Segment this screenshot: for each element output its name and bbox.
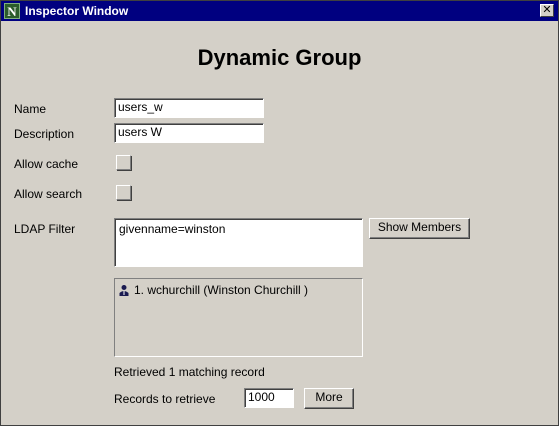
name-field[interactable]: users_w bbox=[114, 98, 264, 118]
netscape-n-icon: N bbox=[4, 3, 20, 19]
description-field[interactable]: users W bbox=[114, 123, 264, 143]
records-to-retrieve-field[interactable]: 1000 bbox=[244, 388, 294, 408]
allow-cache-checkbox[interactable] bbox=[116, 155, 131, 170]
more-button[interactable]: More bbox=[304, 388, 354, 409]
allow-search-label: Allow search bbox=[14, 187, 83, 201]
inspector-window: N Inspector Window ✕ Dynamic Group Name … bbox=[0, 0, 559, 426]
title-bar[interactable]: N Inspector Window ✕ bbox=[1, 1, 558, 21]
description-label: Description bbox=[14, 127, 75, 141]
user-icon bbox=[119, 285, 129, 296]
name-label: Name bbox=[14, 102, 47, 116]
status-text: Retrieved 1 matching record bbox=[114, 365, 265, 379]
members-list[interactable]: 1. wchurchill (Winston Churchill ) bbox=[114, 278, 363, 357]
member-entry-text: 1. wchurchill (Winston Churchill ) bbox=[134, 283, 309, 297]
list-item[interactable]: 1. wchurchill (Winston Churchill ) bbox=[118, 282, 308, 298]
records-label: Records to retrieve bbox=[114, 392, 216, 406]
allow-search-checkbox[interactable] bbox=[116, 185, 131, 200]
page-title: Dynamic Group bbox=[197, 45, 362, 70]
window-title: Inspector Window bbox=[25, 4, 129, 18]
allow-cache-label: Allow cache bbox=[14, 157, 79, 171]
close-button[interactable]: ✕ bbox=[540, 4, 554, 17]
ldap-filter-input[interactable]: givenname=winston bbox=[114, 218, 363, 267]
show-members-button[interactable]: Show Members bbox=[369, 218, 470, 239]
ldap-filter-label: LDAP Filter bbox=[14, 222, 76, 236]
